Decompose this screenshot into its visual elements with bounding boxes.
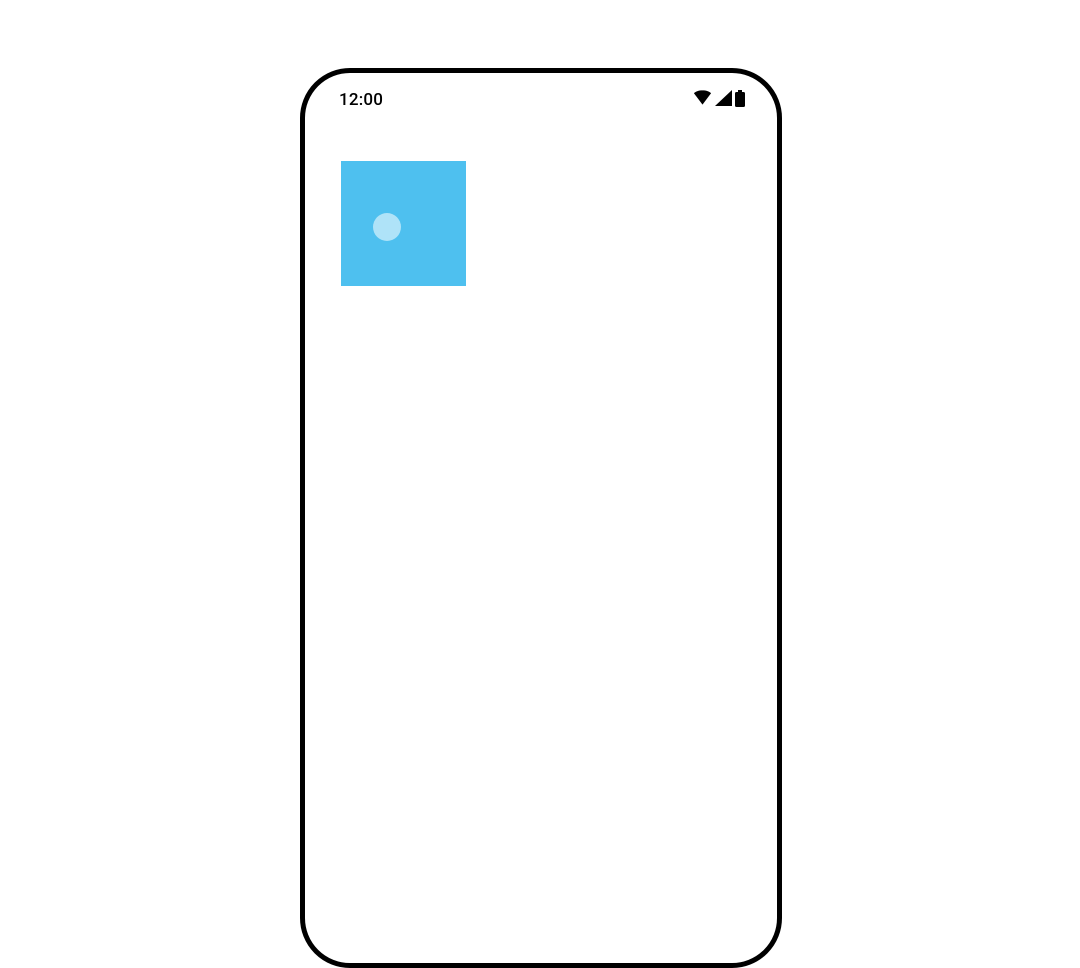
status-icons xyxy=(693,90,745,111)
battery-icon xyxy=(735,90,745,111)
status-time: 12:00 xyxy=(339,90,383,110)
status-bar: 12:00 xyxy=(305,73,777,127)
phone-frame: 12:00 xyxy=(300,68,782,968)
draggable-box[interactable] xyxy=(341,161,466,286)
touch-indicator xyxy=(373,213,401,241)
content-area xyxy=(305,127,777,320)
wifi-icon xyxy=(693,90,712,110)
cellular-icon xyxy=(715,90,732,110)
